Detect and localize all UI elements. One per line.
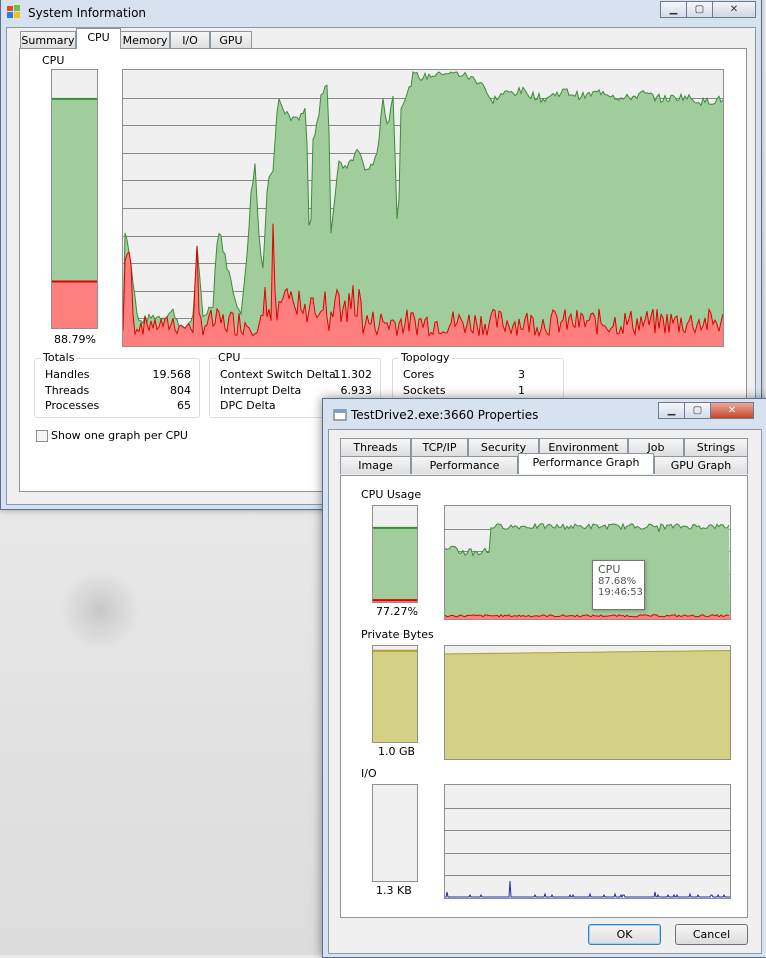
cpu-usage-label: CPU Usage <box>361 488 422 501</box>
performance-graph-page: CPU Usage 77.27% CPU 87.68% 19:46:53 Pri… <box>340 475 748 918</box>
topology-title: Topology <box>399 351 452 364</box>
io-label: I/O <box>361 767 377 780</box>
row-label: Threads <box>45 384 90 397</box>
application-icon <box>333 409 347 421</box>
tab-gpu[interactable]: GPU <box>210 31 252 49</box>
properties-window: TestDrive2.exe:3660 Properties ▁ ▢ ✕ Thr… <box>322 398 766 958</box>
row-value: 6.933 <box>340 384 373 397</box>
tab-memory[interactable]: Memory <box>120 31 170 49</box>
totals-title: Totals <box>41 351 77 364</box>
process-cpu-area <box>445 523 730 619</box>
properties-title-bar[interactable]: TestDrive2.exe:3660 Properties ▁ ▢ ✕ <box>323 399 766 425</box>
cpu-meter <box>51 69 98 329</box>
io-meter <box>372 784 418 882</box>
cpu-row-interrupt: Interrupt Delta 6.933 <box>220 384 372 399</box>
topology-row-cores: Cores 3 <box>403 368 525 383</box>
totals-row-processes: Processes 65 <box>45 399 191 414</box>
totals-group: Totals Handles 19.568 Threads 804 Processe… <box>34 351 200 418</box>
desktop-shadow <box>60 570 140 650</box>
tab-performance-graph[interactable]: Performance Graph <box>518 453 654 474</box>
tooltip-time: 19:46:53 <box>598 587 643 598</box>
private-bytes-value: 1.0 GB <box>378 745 416 758</box>
topology-row-sockets: Sockets 1 <box>403 384 525 399</box>
cpu-tooltip: CPU 87.68% 19:46:53 <box>592 560 645 610</box>
totals-row-handles: Handles 19.568 <box>45 368 191 383</box>
private-bytes-chart <box>445 650 731 759</box>
cpu-row-context-switch: Context Switch Delta 11.302 <box>220 368 372 383</box>
properties-title: TestDrive2.exe:3660 Properties <box>351 408 539 422</box>
io-graph <box>444 784 731 899</box>
window-title: System Information <box>28 6 147 20</box>
ok-button[interactable]: OK <box>588 924 661 945</box>
tab-i-o[interactable]: I/O <box>170 31 210 49</box>
totals-row-threads: Threads 804 <box>45 384 191 399</box>
tab-image[interactable]: Image <box>340 456 411 474</box>
cpu-meter-label: CPU <box>42 54 65 67</box>
tab-tcp-ip[interactable]: TCP/IP <box>411 438 468 456</box>
cpu-usage-graph <box>444 505 731 620</box>
one-graph-per-cpu-checkbox[interactable] <box>36 430 48 442</box>
row-label: Cores <box>403 368 435 381</box>
properties-client: Threads TCP/IP Security Environment Job Strin… <box>328 429 762 954</box>
meter-fill <box>373 650 417 742</box>
tab-summary[interactable]: Summary <box>20 31 76 49</box>
tab-threads[interactable]: Threads <box>340 438 411 456</box>
cpu-history-chart <box>122 71 724 346</box>
meter-fill <box>373 527 417 602</box>
private-bytes-area <box>445 650 730 759</box>
row-label: DPC Delta <box>220 399 276 412</box>
cpu-history-graph <box>122 69 724 347</box>
row-label: Interrupt Delta <box>220 384 302 397</box>
cpu-percent: 88.79% <box>54 333 96 346</box>
title-bar[interactable]: System Information ▁ ▢ ✕ <box>1 0 761 20</box>
row-label: Handles <box>45 368 90 381</box>
private-bytes-graph <box>444 645 731 760</box>
cpu-usage-meter-bar <box>373 526 417 602</box>
tab-performance[interactable]: Performance <box>411 456 518 474</box>
one-graph-per-cpu-label: Show one graph per CPU <box>51 429 188 442</box>
private-bytes-meter <box>372 645 418 743</box>
windows-flag-icon <box>7 5 20 18</box>
private-bytes-meter-bar <box>373 649 417 742</box>
io-line <box>445 880 730 899</box>
tab-gpu-graph[interactable]: GPU Graph <box>654 456 748 474</box>
row-value: 3 <box>518 368 525 381</box>
minimize-button[interactable]: ▁ <box>658 402 685 419</box>
io-value: 1.3 KB <box>376 884 412 897</box>
row-value: 804 <box>170 384 191 397</box>
close-button[interactable]: ✕ <box>710 402 754 419</box>
maximize-button[interactable]: ▢ <box>686 1 713 18</box>
tooltip-value: 87.68% <box>598 576 637 587</box>
row-value: 11.302 <box>333 368 373 381</box>
row-label: Context Switch Delta <box>220 368 336 381</box>
private-bytes-label: Private Bytes <box>361 628 434 641</box>
cpu-usage-value: 77.27% <box>376 605 418 618</box>
maximize-button[interactable]: ▢ <box>684 402 711 419</box>
close-button[interactable]: ✕ <box>712 1 756 18</box>
row-label: Sockets <box>403 384 446 397</box>
row-value: 19.568 <box>152 368 192 381</box>
cancel-button[interactable]: Cancel <box>675 924 748 945</box>
tab-strings[interactable]: Strings <box>684 438 748 456</box>
cpu-usage-meter <box>372 505 418 603</box>
cpu-meter-bar <box>52 97 97 328</box>
tooltip-title: CPU <box>598 563 621 576</box>
minimize-button[interactable]: ▁ <box>660 1 687 18</box>
tab-cpu[interactable]: CPU <box>76 28 121 49</box>
cpu-usage-chart <box>444 522 730 619</box>
row-label: Processes <box>45 399 100 412</box>
row-value: 65 <box>177 399 191 412</box>
meter-kernel-fill <box>52 281 97 328</box>
cpu-group-title: CPU <box>216 351 243 364</box>
io-chart <box>445 808 730 899</box>
row-value: 1 <box>518 384 525 397</box>
